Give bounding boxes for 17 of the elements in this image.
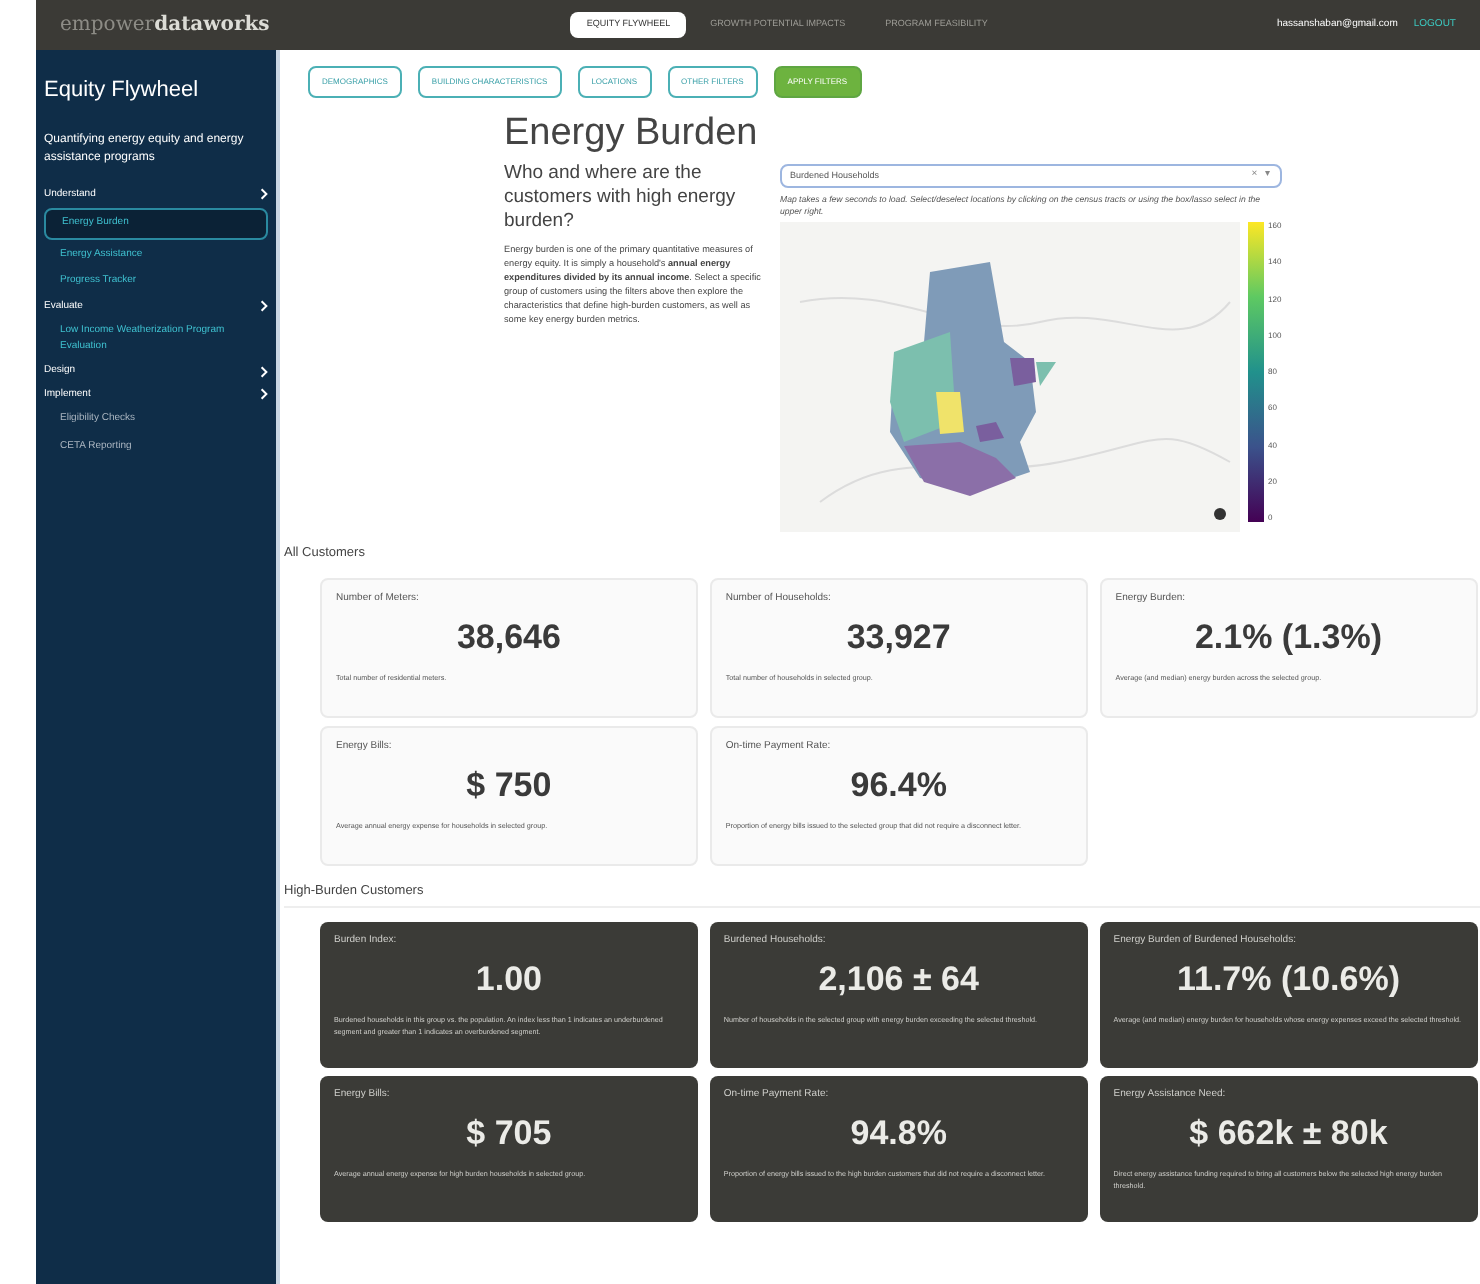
card-value: 11.7% (10.6%) — [1174, 958, 1402, 1002]
card-value: $ 662k ± 80k — [1187, 1112, 1390, 1156]
chevron-icon — [260, 188, 268, 201]
card-value: $ 705 — [464, 1112, 554, 1156]
card-value: 2,106 ± 64 — [816, 958, 981, 1002]
chevron-icon — [260, 300, 268, 313]
sidebar-title: Equity Flywheel — [44, 76, 201, 106]
card-value: 1.00 — [473, 958, 544, 1002]
card-value: 94.8% — [848, 1112, 949, 1156]
card-value: 2.1% (1.3%) — [1192, 616, 1384, 661]
page-question: Who and where are the customers with high energy burden? — [504, 162, 738, 234]
logo: empowerdataworks — [60, 11, 270, 39]
card-value: 38,646 — [454, 616, 563, 661]
card-value: 33,927 — [844, 616, 953, 661]
page-title: Energy Burden — [504, 110, 760, 158]
card-value: $ 750 — [464, 764, 554, 809]
card-value: 96.4% — [848, 764, 949, 809]
